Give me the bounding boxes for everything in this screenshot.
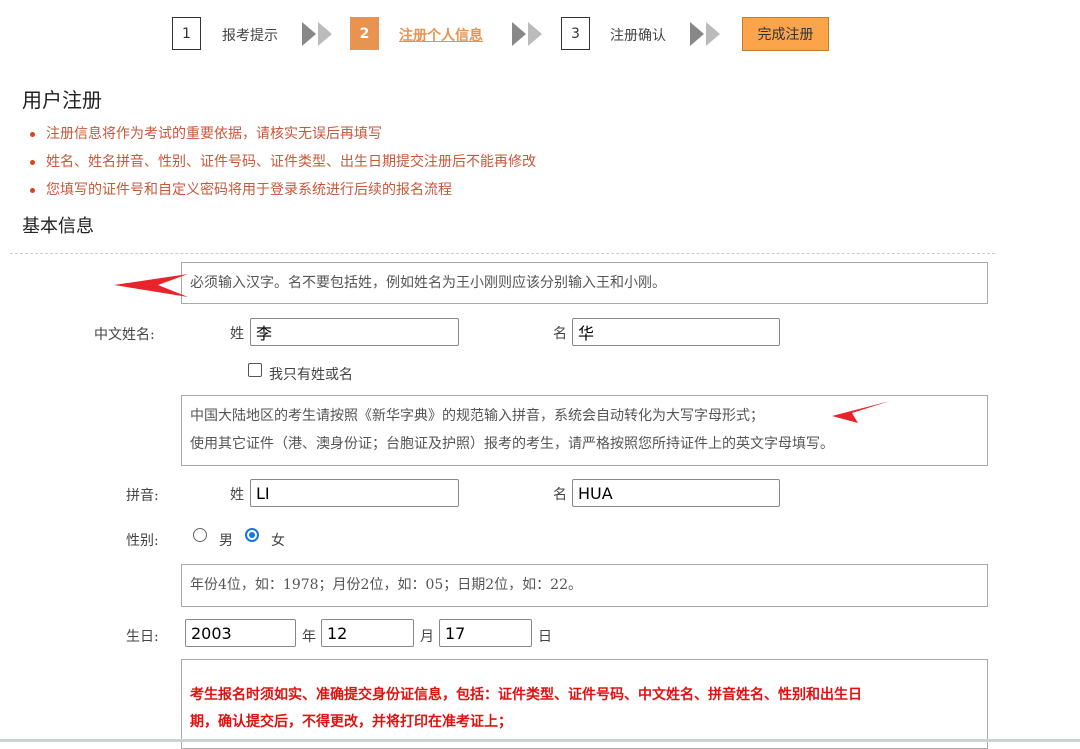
note-item: 您填写的证件号和自定义密码将用于登录系统进行后续的报名流程 (22, 176, 536, 204)
birth-month-label: 月 (420, 629, 434, 645)
gender-female-radio[interactable] (245, 528, 259, 542)
bullet-icon (30, 187, 35, 193)
annotation-arrow-icon (114, 274, 188, 297)
gender-male-label: 男 (219, 533, 233, 549)
birth-hint-text: 年份4位，如：1978；月份2位，如：05；日期2位，如：22。 (190, 577, 582, 593)
note-text: 您填写的证件号和自定义密码将用于登录系统进行后续的报名流程 (46, 182, 452, 198)
id-warning-line: 考生报名时须如实、准确提交身份证信息，包括：证件类型、证件号码、中文姓名、拼音姓… (190, 687, 862, 703)
step-2-number: 2 (350, 17, 379, 50)
annotation-arrow-icon (832, 401, 890, 423)
pinyin-given-name-label: 名 (553, 487, 567, 503)
birth-year-input[interactable] (185, 619, 296, 647)
note-item: 姓名、姓名拼音、性别、证件号码、证件类型、出生日期提交注册后不能再修改 (22, 148, 536, 176)
notes-list: 注册信息将作为考试的重要依据，请核实无误后再填写 姓名、姓名拼音、性别、证件号码… (22, 120, 536, 204)
bullet-icon (30, 131, 35, 137)
birth-day-label: 日 (538, 629, 552, 645)
section-title: 基本信息 (22, 216, 94, 237)
divider (10, 253, 995, 254)
page-title: 用户注册 (22, 88, 102, 112)
gender-male-radio[interactable] (193, 528, 207, 542)
step-arrow-icon (302, 22, 332, 46)
chinese-surname-input[interactable] (250, 318, 459, 346)
id-warning-line: 期，确认提交后，不得更改，并将打印在准考证上； (190, 714, 512, 730)
id-warning-box: 考生报名时须如实、准确提交身份证信息，包括：证件类型、证件号码、中文姓名、拼音姓… (181, 659, 988, 749)
step-arrow-icon (512, 22, 542, 46)
step-3-label: 注册确认 (610, 28, 666, 44)
step-3-number: 3 (561, 17, 590, 50)
step-1-label: 报考提示 (222, 28, 278, 44)
single-name-checkbox-label: 我只有姓或名 (269, 367, 353, 383)
pinyin-label: 拼音: (126, 488, 159, 504)
birth-hint-box: 年份4位，如：1978；月份2位，如：05；日期2位，如：22。 (181, 564, 988, 607)
step-2-label: 注册个人信息 (399, 28, 483, 44)
surname-label: 姓 (230, 326, 244, 342)
step-1-number: 1 (172, 17, 201, 50)
birth-day-input[interactable] (439, 619, 532, 647)
chinese-name-label: 中文姓名: (94, 327, 155, 343)
pinyin-hint-line: 使用其它证件（港、澳身份证；台胞证及护照）报考的考生，请严格按照您所持证件上的英… (190, 436, 834, 452)
note-text: 姓名、姓名拼音、性别、证件号码、证件类型、出生日期提交注册后不能再修改 (46, 154, 536, 170)
name-hint-text: 必须输入汉字。名不要包括姓，例如姓名为王小刚则应该分别输入王和小刚。 (190, 275, 666, 291)
note-item: 注册信息将作为考试的重要依据，请核实无误后再填写 (22, 120, 536, 148)
pinyin-given-name-input[interactable] (572, 479, 780, 507)
gender-label: 性别: (126, 533, 159, 549)
step-arrow-icon (690, 22, 720, 46)
finish-registration-step: 完成注册 (742, 17, 829, 51)
gender-female-label: 女 (271, 533, 285, 549)
pinyin-surname-label: 姓 (230, 487, 244, 503)
pinyin-surname-input[interactable] (250, 479, 459, 507)
note-text: 注册信息将作为考试的重要依据，请核实无误后再填写 (46, 126, 382, 142)
chinese-given-name-input[interactable] (572, 318, 780, 346)
given-name-label: 名 (553, 326, 567, 342)
birth-month-input[interactable] (321, 619, 414, 647)
bullet-icon (30, 159, 35, 165)
single-name-checkbox[interactable] (248, 363, 262, 377)
name-hint-box: 必须输入汉字。名不要包括姓，例如姓名为王小刚则应该分别输入王和小刚。 (181, 262, 988, 304)
birth-year-label: 年 (302, 629, 316, 645)
birth-label: 生日: (126, 629, 159, 645)
